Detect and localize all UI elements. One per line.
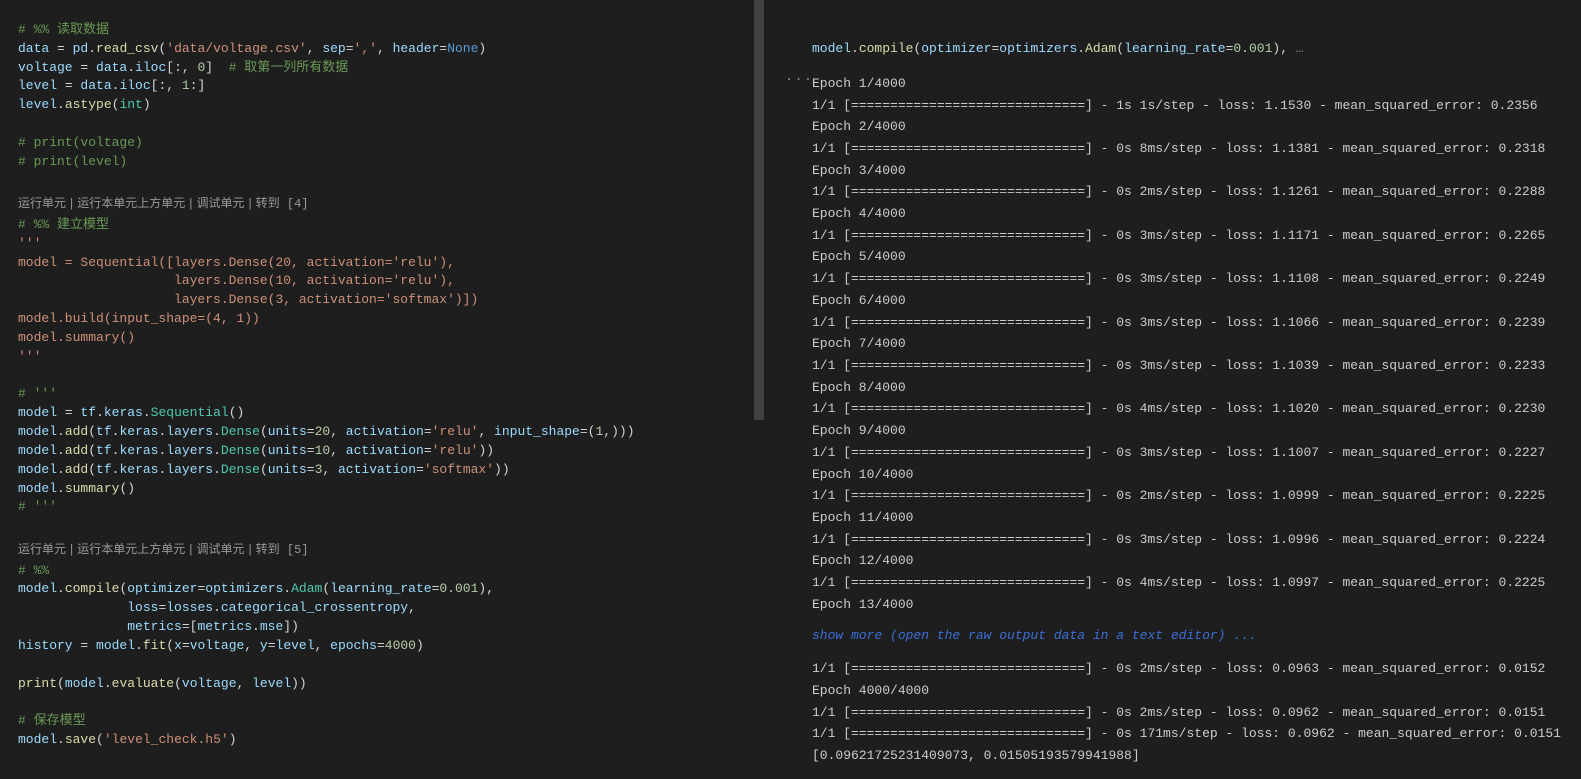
codelens-run-cell[interactable]: 运行单元	[18, 543, 66, 557]
codelens-row: 运行单元|运行本单元上方单元|调试单元|转到 [5]	[18, 536, 765, 561]
editor-pane[interactable]: # %% 读取数据 data = pd.read_csv('data/volta…	[0, 0, 765, 779]
output-line: Epoch 6/4000	[812, 290, 1581, 312]
output-line: Epoch 8/4000	[812, 377, 1581, 399]
output-cell-header[interactable]: model.compile(optimizer=optimizers.Adam(…	[812, 40, 1581, 63]
code-comment: # %% 读取数据	[18, 22, 109, 37]
output-line: 1/1 [==============================] - 0…	[812, 442, 1581, 464]
output-line: Epoch 9/4000	[812, 420, 1581, 442]
show-more-link[interactable]: show more (open the raw output data in a…	[812, 615, 1581, 658]
output-line: Epoch 4/4000	[812, 203, 1581, 225]
output-line: Epoch 7/4000	[812, 333, 1581, 355]
output-line: 1/1 [==============================] - 0…	[812, 723, 1581, 745]
output-line: 1/1 [==============================] - 0…	[812, 355, 1581, 377]
output-line: Epoch 4000/4000	[812, 680, 1581, 702]
output-line: 1/1 [==============================] - 0…	[812, 225, 1581, 247]
codelens-run-above[interactable]: 运行本单元上方单元	[77, 197, 185, 211]
scrollbar-thumb[interactable]	[754, 0, 764, 420]
output-line: 1/1 [==============================] - 0…	[812, 398, 1581, 420]
output-line: 1/1 [==============================] - 0…	[812, 268, 1581, 290]
codelens-run-cell[interactable]: 运行单元	[18, 197, 66, 211]
output-lines-top: Epoch 1/40001/1 [=======================…	[812, 73, 1581, 616]
output-line: Epoch 5/4000	[812, 246, 1581, 268]
output-line: Epoch 10/4000	[812, 464, 1581, 486]
output-line: 1/1 [==============================] - 0…	[812, 181, 1581, 203]
output-line: Epoch 2/4000	[812, 116, 1581, 138]
codelens-run-above[interactable]: 运行本单元上方单元	[77, 543, 185, 557]
output-line: [0.0962172523140907​3, 0.015051935799419…	[812, 745, 1581, 767]
code-token: data	[18, 41, 49, 56]
output-line: 1/1 [==============================] - 1…	[812, 95, 1581, 117]
output-line: 1/1 [==============================] - 0…	[812, 485, 1581, 507]
codelens-debug-cell[interactable]: 调试单元	[196, 197, 244, 211]
output-line: Epoch 13/4000	[812, 594, 1581, 616]
output-line: Epoch 11/4000	[812, 507, 1581, 529]
output-line: Epoch 12/4000	[812, 550, 1581, 572]
output-line: 1/1 [==============================] - 0…	[812, 658, 1581, 680]
codelens-debug-cell[interactable]: 调试单元	[196, 543, 244, 557]
output-line: Epoch 1/4000	[812, 73, 1581, 95]
codelens-goto[interactable]: 转到 [4]	[256, 197, 309, 211]
output-pane[interactable]: ··· model.compile(optimizer=optimizers.A…	[765, 0, 1581, 779]
codelens-row: 运行单元|运行本单元上方单元|调试单元|转到 [4]	[18, 190, 765, 215]
collapse-icon[interactable]: ···	[785, 70, 813, 90]
output-line: 1/1 [==============================] - 0…	[812, 702, 1581, 724]
codelens-goto[interactable]: 转到 [5]	[256, 543, 309, 557]
output-line: 1/1 [==============================] - 0…	[812, 312, 1581, 334]
output-lines-bottom: 1/1 [==============================] - 0…	[812, 658, 1581, 767]
code-area[interactable]: # %% 读取数据 data = pd.read_csv('data/volta…	[0, 0, 765, 760]
editor-scrollbar[interactable]	[751, 0, 765, 779]
output-line: 1/1 [==============================] - 0…	[812, 529, 1581, 551]
output-line: Epoch 3/4000	[812, 160, 1581, 182]
output-line: 1/1 [==============================] - 0…	[812, 572, 1581, 594]
output-line: 1/1 [==============================] - 0…	[812, 138, 1581, 160]
